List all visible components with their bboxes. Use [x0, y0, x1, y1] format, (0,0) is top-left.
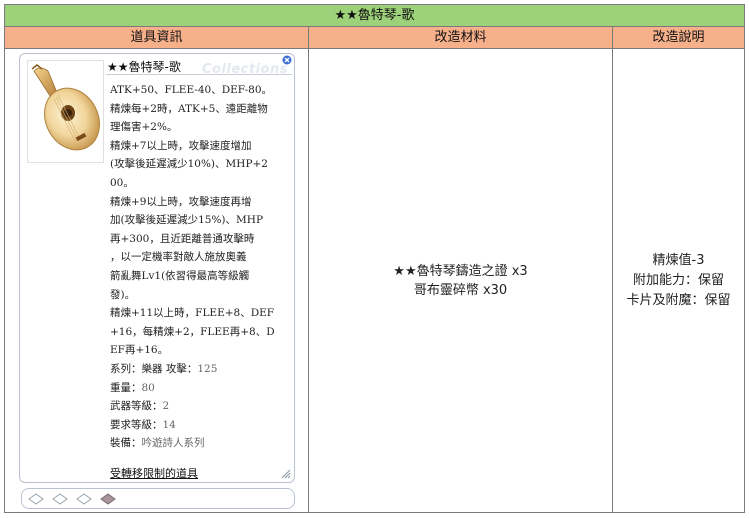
description-line: 00。 [110, 176, 134, 189]
description-line: 加(攻擊後延遲減少15%)、MHP [110, 214, 264, 227]
empty-slot-icon[interactable] [28, 492, 44, 506]
empty-slot-icon[interactable] [76, 492, 92, 506]
item-info-cell: Collections ★★魯特琴-歌 ATK+50、FLEE-40、DEF-8… [5, 49, 309, 512]
stat-value: 2 [162, 400, 170, 413]
description-line: +16，每精煉+2，FLEE再+8、D [110, 325, 275, 338]
description-line: 精煉+7以上時，攻擊速度增加 [110, 139, 252, 152]
description-line: ATK+50、FLEE-40、DEF-80。 [110, 84, 273, 96]
header-materials: 改造材料 [309, 27, 613, 48]
description-line: 精煉每+2時，ATK+5、遠距離物 [110, 102, 268, 115]
description-line: 再+300，且近距離普通攻擊時 [110, 232, 255, 245]
stat-label: 武器等級： [110, 400, 163, 413]
item-table: ★★魯特琴-歌 道具資訊 改造材料 改造說明 Collections ★★魯特琴… [4, 4, 745, 513]
description-line: 理傷害+2%。 [110, 121, 178, 134]
material-item: 哥布靈碎幣 x30 [413, 282, 508, 298]
card-slots-bar [21, 488, 295, 509]
materials-cell: ★★魯特琴鑄造之證 x3 哥布靈碎幣 x30 [309, 49, 613, 512]
resize-grip-icon[interactable] [280, 468, 291, 479]
description-line: 精煉+11以上時，FLEE+8、DEF [110, 307, 275, 320]
name-divider [106, 74, 292, 75]
stat-label: 系列：樂器 攻擊： [110, 362, 198, 375]
lute-illustration [27, 60, 104, 163]
stat-weight: 重量：80 [110, 379, 290, 398]
description-line: ，以一定機率對敵人施放奧義 [110, 251, 247, 264]
description-line: (攻擊後延遲減少10%)、MHP+2 [110, 158, 268, 171]
stat-value: 80 [141, 381, 155, 394]
stat-required-level: 要求等級：14 [110, 416, 290, 435]
note-item: 附加能力：保留 [632, 272, 724, 288]
header-item-info: 道具資訊 [5, 27, 309, 48]
item-name: ★★魯特琴-歌 [107, 60, 181, 74]
stat-label: 裝備： [110, 437, 142, 450]
stat-label: 重量： [110, 381, 142, 394]
note-item: 卡片及附魔：保留 [626, 292, 731, 308]
description-line: EF再+16。 [110, 344, 169, 357]
page-title: ★★魯特琴-歌 [5, 5, 744, 27]
header-notes: 改造說明 [652, 30, 705, 45]
description-line: 發)。 [110, 288, 136, 301]
stat-type-attack: 系列：樂器 攻擊：125 [110, 360, 290, 379]
item-card: Collections ★★魯特琴-歌 ATK+50、FLEE-40、DEF-8… [19, 53, 295, 483]
notes-cell: 精煉值-3 附加能力：保留 卡片及附魔：保留 [613, 49, 744, 512]
stat-value: 吟遊詩人系列 [141, 437, 205, 450]
stat-value: 14 [162, 418, 176, 431]
note-item: 精煉值-3 [652, 252, 705, 268]
stat-value: 125 [197, 362, 218, 375]
filled-slot-icon[interactable] [100, 492, 116, 506]
description-line: 箭亂舞Lv1(依習得最高等級觸 [110, 269, 250, 282]
transfer-restriction-link[interactable]: 受轉移限制的道具 [110, 465, 198, 481]
empty-slot-icon[interactable] [52, 492, 68, 506]
table-header-row: 道具資訊 改造材料 改造說明 [5, 27, 744, 49]
item-description: ATK+50、FLEE-40、DEF-80。 精煉每+2時，ATK+5、遠距離物… [110, 81, 290, 453]
stat-weapon-level: 武器等級：2 [110, 397, 290, 416]
stat-label: 要求等級： [110, 418, 163, 431]
material-item: ★★魯特琴鑄造之證 x3 [393, 263, 528, 279]
description-line: 精煉+9以上時，攻擊速度再增 [110, 195, 252, 208]
stat-equip: 裝備：吟遊詩人系列 [110, 434, 290, 453]
